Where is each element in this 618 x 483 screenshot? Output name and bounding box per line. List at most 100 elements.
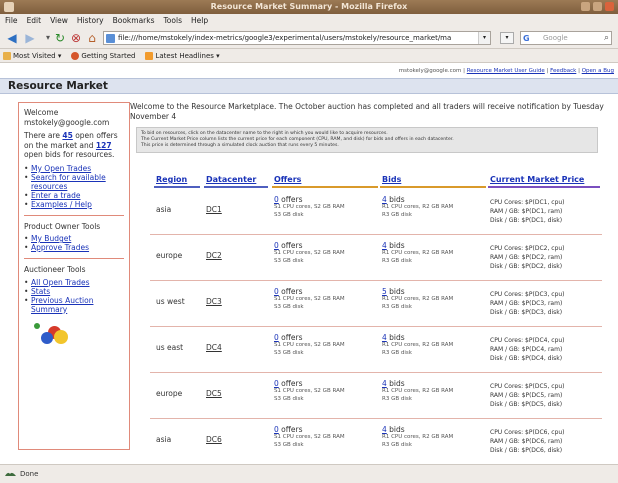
datacenter-link[interactable]: DC2 [206,251,222,260]
bids-detail: R3 GB disk [382,257,412,264]
google-icon: G [523,34,530,43]
window-title: Resource Market Summary - Mozilla Firefo… [210,2,408,11]
offers-count-link[interactable]: 0 [274,195,279,204]
header-bids[interactable]: Bids [382,175,401,184]
bids-count-link[interactable]: 4 [382,379,387,388]
offers-count-link[interactable]: 0 [274,241,279,250]
intro-text: Welcome to the Resource Marketplace. The… [130,102,604,121]
bids-detail: R1 CPU cores, R2 GB RAM [382,388,454,394]
header-region[interactable]: Region [156,175,187,184]
url-input[interactable]: file:///home/mstokely/index-metrics/goog… [103,31,491,45]
list-item: My Open Trades [24,164,124,173]
header-offers[interactable]: Offers [274,175,301,184]
user-guide-link[interactable]: Resource Market User Guide [467,68,545,74]
previous-auction-link[interactable]: Previous Auction Summary [31,296,93,314]
close-window-button[interactable] [605,2,614,11]
offers-cell: 0 offers S1 CPU cores, S2 GB RAM S3 GB dis… [274,195,345,219]
divider [24,214,124,216]
header-datacenter[interactable]: Datacenter [206,175,256,184]
page-content: mstokely@google.com | Resource Market Us… [0,64,618,464]
bookmark-latest-headlines[interactable]: Latest Headlines ▾ [145,51,220,60]
datacenter-link[interactable]: DC6 [206,435,222,444]
offers-count-link[interactable]: 0 [274,333,279,342]
feedback-link[interactable]: Feedback [550,68,576,74]
price-disk: Disk / GB: $P(DC2, disk) [490,263,563,270]
menu-help[interactable]: Help [191,16,208,25]
price-ram: RAM / GB: $P(DC5, ram) [490,392,563,399]
status-icon [5,472,16,476]
price-cpu: CPU Cores: $P(DC2, cpu) [490,245,565,252]
bids-cell: 4 bids R1 CPU cores, R2 GB RAM R3 GB disk [382,425,453,449]
search-icon[interactable]: ⌕ [604,32,609,44]
stats-link[interactable]: Stats [31,287,50,296]
bids-count-link[interactable]: 4 [382,195,387,204]
bids-count-link[interactable]: 4 [382,241,387,250]
bookmark-label: Latest Headlines ▾ [155,51,220,60]
menu-edit[interactable]: Edit [27,16,42,25]
navigation-toolbar: ◀ ▶ ▾ ↻ ⊗ ⌂ file:///home/mstokely/index-… [0,27,618,49]
firefox-bookmark-icon [71,51,80,60]
datacenter-link[interactable]: DC1 [206,205,222,214]
divider [24,258,124,259]
bookmark-label: Most Visited ▾ [13,51,62,60]
offers-count-link[interactable]: 0 [274,287,279,296]
market-table: Region Datacenter Offers Bids Current Ma… [150,175,602,464]
minimize-button[interactable] [581,2,590,11]
bids-count-link[interactable]: 5 [382,287,387,296]
my-budget-link[interactable]: My Budget [31,234,71,243]
file-icon [106,34,115,43]
my-open-trades-link[interactable]: My Open Trades [31,164,91,173]
datacenter-link[interactable]: DC3 [206,297,222,306]
offers-count-link[interactable]: 45 [62,131,72,140]
price-cpu: CPU Cores: $P(DC5, cpu) [490,383,565,390]
enter-trade-link[interactable]: Enter a trade [31,191,81,200]
open-bug-link[interactable]: Open a Bug [582,68,614,74]
table-row: asia DC1 0 offers S1 CPU cores, S2 GB RAM S3… [150,189,602,235]
bookmark-most-visited[interactable]: Most Visited ▾ [3,51,62,60]
datacenter-link[interactable]: DC5 [206,389,222,398]
price-ram: RAM / GB: $P(DC2, ram) [490,254,563,261]
examples-help-link[interactable]: Examples / Help [31,200,92,209]
url-dropdown-icon[interactable]: ▾ [478,32,490,44]
menu-view[interactable]: View [50,16,68,25]
logo-dot [34,322,40,329]
offers-count-link[interactable]: 0 [274,425,279,434]
resource-market-logo [24,320,124,346]
bids-cell: 4 bids R1 CPU cores, R2 GB RAM R3 GB disk [382,379,453,403]
menu-history[interactable]: History [77,16,104,25]
price-cell: CPU Cores: $P(DC3, cpu) RAM / GB: $P(DC3,… [490,290,602,317]
forward-arrow-icon[interactable]: ▶ [22,30,38,46]
home-icon[interactable]: ⌂ [84,30,100,46]
bids-count-link[interactable]: 4 [382,333,387,342]
price-ram: RAM / GB: $P(DC1, ram) [490,208,563,215]
menu-file[interactable]: File [5,16,18,25]
offers-detail: S3 GB disk [274,395,304,402]
table-row: europe DC5 0 offers S1 CPU cores, S2 GB RAM… [150,373,602,419]
search-resources-link[interactable]: Search for available resources [31,173,106,191]
header-current-market-price[interactable]: Current Market Price [490,175,584,184]
bids-detail: R3 GB disk [382,211,412,218]
stop-icon[interactable]: ⊗ [68,30,84,46]
list-item: Previous Auction Summary [24,296,124,314]
region-cell: asia [156,435,172,444]
list-item: Enter a trade [24,191,124,200]
offers-cell: 0 offers S1 CPU cores, S2 GB RAM S3 GB dis… [274,241,345,265]
search-input[interactable]: G Google ⌕ [520,31,612,45]
reload-icon[interactable]: ↻ [52,30,68,46]
offers-word: offers [281,287,303,296]
all-open-trades-link[interactable]: All Open Trades [31,278,90,287]
maximize-button[interactable] [593,2,602,11]
menu-bookmarks[interactable]: Bookmarks [113,16,155,25]
url-history-dropdown[interactable]: ▾ [500,32,514,44]
bids-count-link[interactable]: 127 [96,141,112,150]
offers-count-link[interactable]: 0 [274,379,279,388]
back-arrow-icon[interactable]: ◀ [4,30,20,46]
menu-tools[interactable]: Tools [164,16,182,25]
approve-trades-link[interactable]: Approve Trades [31,243,89,252]
price-cell: CPU Cores: $P(DC5, cpu) RAM / GB: $P(DC5,… [490,382,602,409]
auctioneer-tools-title: Auctioneer Tools [24,265,86,274]
bookmark-getting-started[interactable]: Getting Started [71,51,135,60]
offers-cell: 0 offers S1 CPU cores, S2 GB RAM S3 GB dis… [274,425,345,449]
bids-count-link[interactable]: 4 [382,425,387,434]
datacenter-link[interactable]: DC4 [206,343,222,352]
